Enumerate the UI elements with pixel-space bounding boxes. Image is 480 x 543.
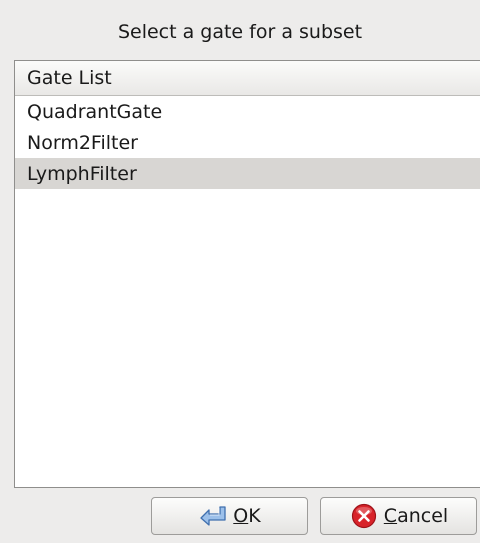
list-item-label: LymphFilter <box>27 162 137 185</box>
gate-list[interactable]: Gate List QuadrantGate Norm2Filter Lymph… <box>14 60 480 488</box>
gate-list-header[interactable]: Gate List <box>15 61 480 96</box>
ok-button-label: OK <box>233 505 260 527</box>
cancel-label-rest: ancel <box>397 505 449 527</box>
ok-mnemonic: O <box>233 505 249 527</box>
list-item[interactable]: Norm2Filter <box>15 127 480 158</box>
cancel-x-icon <box>349 503 379 529</box>
list-item-label: QuadrantGate <box>27 100 163 123</box>
dialog-prompt: Select a gate for a subset <box>117 21 363 43</box>
list-item-selected[interactable]: LymphFilter <box>15 158 480 189</box>
ok-button[interactable]: OK <box>151 497 308 535</box>
cancel-button-label: Cancel <box>384 505 448 527</box>
list-item-label: Norm2Filter <box>27 131 138 154</box>
gate-list-header-label: Gate List <box>27 67 112 89</box>
ok-return-icon <box>198 503 228 529</box>
gate-list-body: QuadrantGate Norm2Filter LymphFilter <box>15 96 480 189</box>
list-item[interactable]: QuadrantGate <box>15 96 480 127</box>
ok-label-rest: K <box>248 505 261 527</box>
cancel-button[interactable]: Cancel <box>320 497 477 535</box>
cancel-mnemonic: C <box>383 505 398 527</box>
select-gate-dialog: Select a gate for a subset Gate List Qua… <box>0 0 480 543</box>
